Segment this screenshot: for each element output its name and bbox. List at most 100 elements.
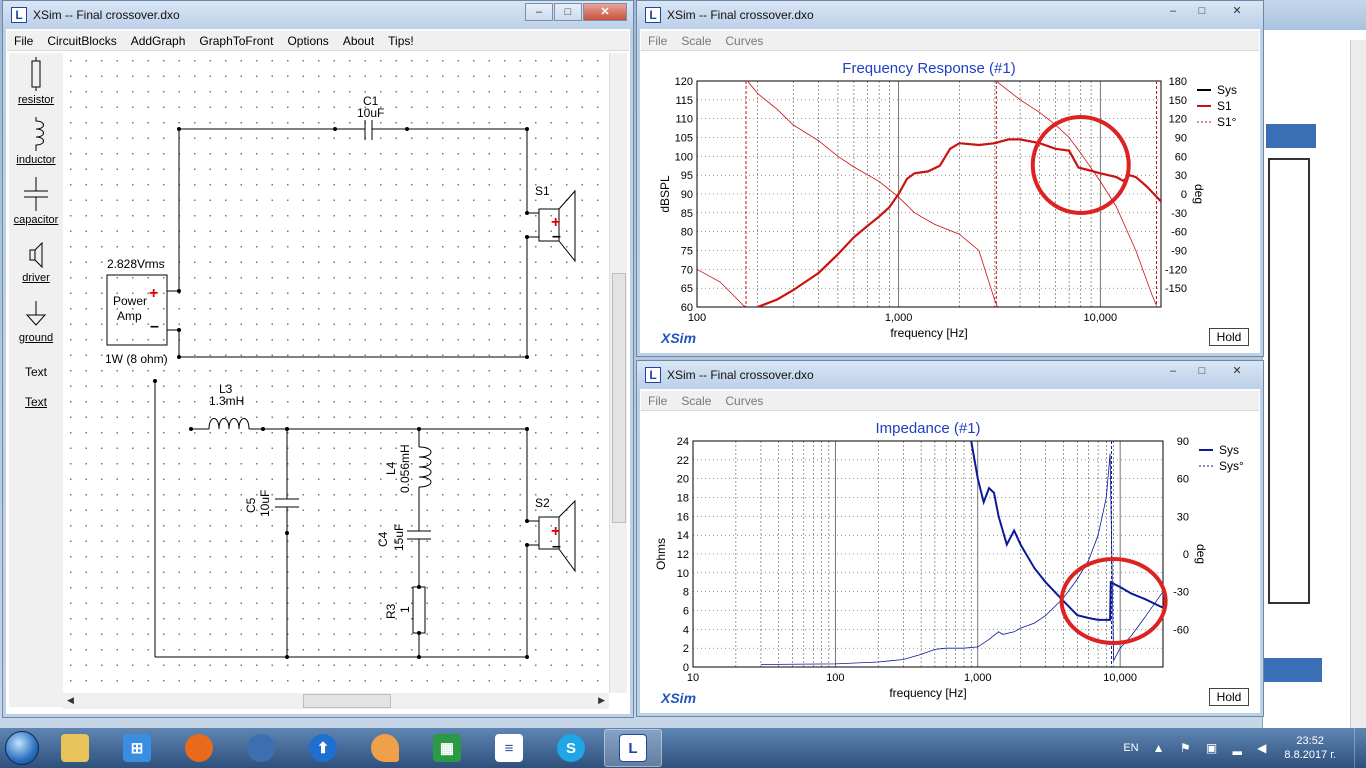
scroll-thumb[interactable] xyxy=(303,694,391,708)
background-scrollbar[interactable] xyxy=(1350,40,1366,728)
folder-icon xyxy=(61,734,89,762)
palette-driver[interactable]: driver xyxy=(9,241,63,284)
taskbar-upload[interactable]: ⬆ xyxy=(294,729,352,767)
legend-entry: Sys xyxy=(1217,83,1237,97)
legend-entry: Sys xyxy=(1219,443,1239,457)
legend: Sys Sys° xyxy=(1199,443,1244,473)
minimize-button[interactable]: – xyxy=(525,3,553,21)
maximize-button[interactable]: □ xyxy=(1188,363,1216,381)
taskbar-explorer[interactable] xyxy=(46,729,104,767)
plot-frame xyxy=(692,440,1164,668)
circuit-menubar: File CircuitBlocks AddGraph GraphToFront… xyxy=(7,31,629,51)
x-tick-label: 1,000 xyxy=(885,312,913,324)
taskbar-spreadsheet[interactable]: ▦ xyxy=(418,729,476,767)
menu-file[interactable]: File xyxy=(7,34,40,48)
y-tick-label: 20 xyxy=(677,474,689,486)
taskbar-firefox[interactable] xyxy=(170,729,228,767)
y2-axis-label: deg xyxy=(1194,544,1208,564)
menu-curves[interactable]: Curves xyxy=(718,34,770,48)
c4-value: 15uF xyxy=(392,524,406,551)
y2-tick-label: 60 xyxy=(1175,151,1187,163)
imp-titlebar[interactable]: L XSim -- Final crossover.dxo – □ ✕ xyxy=(637,361,1263,389)
xsim-logo: XSim xyxy=(661,690,697,706)
menu-tips[interactable]: Tips! xyxy=(381,34,421,48)
minimize-button[interactable]: – xyxy=(1159,3,1187,21)
impedance-chart: 024681012141618202224-60-30030609010 100 1… xyxy=(654,420,1244,700)
y2-tick-label: 0 xyxy=(1181,189,1187,201)
maximize-button[interactable]: □ xyxy=(1188,3,1216,21)
taskbar-skype[interactable]: S xyxy=(542,729,600,767)
language-indicator[interactable]: EN xyxy=(1123,742,1138,754)
taskbar-thunderbird[interactable] xyxy=(232,729,290,767)
menu-scale[interactable]: Scale xyxy=(674,34,718,48)
vertical-scrollbar[interactable] xyxy=(609,53,627,693)
y2-tick-label: 30 xyxy=(1177,511,1189,523)
svg-text:–: – xyxy=(552,228,561,245)
impedance-graph-window[interactable]: L XSim -- Final crossover.dxo – □ ✕ File… xyxy=(636,360,1264,717)
close-button[interactable]: ✕ xyxy=(1217,363,1257,381)
component-palette: resistor inductor capacitor driver groun… xyxy=(9,53,63,707)
show-desktop-button[interactable] xyxy=(1354,728,1366,768)
scroll-left-icon[interactable]: ◀ xyxy=(67,695,74,706)
clock[interactable]: 23:52 8.8.2017 г. xyxy=(1284,734,1336,762)
y2-tick-label: -30 xyxy=(1171,208,1187,220)
r3-label: R3 xyxy=(384,603,398,619)
hold-button[interactable]: Hold xyxy=(1209,688,1249,706)
scroll-thumb[interactable] xyxy=(612,273,626,523)
menu-options[interactable]: Options xyxy=(280,34,335,48)
y-tick-label: 24 xyxy=(677,436,689,448)
y2-tick-label: -60 xyxy=(1173,624,1189,636)
taskbar-app[interactable] xyxy=(356,729,414,767)
close-button[interactable]: ✕ xyxy=(1217,3,1257,21)
minimize-button[interactable]: – xyxy=(1159,363,1187,381)
menu-graphtofront[interactable]: GraphToFront xyxy=(192,34,280,48)
y-tick-label: 16 xyxy=(677,511,689,523)
frequency-response-chart: 60 65 70 75 80 85 90 95 100 105 110 115 120 -150 -120 -… xyxy=(658,60,1237,340)
close-button[interactable]: ✕ xyxy=(583,3,627,21)
palette-capacitor[interactable]: capacitor xyxy=(9,177,63,226)
taskbar-windows[interactable]: ⊞ xyxy=(108,729,166,767)
firefox-icon xyxy=(185,734,213,762)
menu-file[interactable]: File xyxy=(641,34,674,48)
circuit-titlebar[interactable]: L XSim -- Final crossover.dxo – □ ✕ xyxy=(3,1,633,29)
maximize-button[interactable]: □ xyxy=(554,3,582,21)
y-axis-label: Ohms xyxy=(654,538,668,570)
menu-about[interactable]: About xyxy=(336,34,381,48)
grid xyxy=(693,440,1163,668)
upload-arrow-icon: ⬆ xyxy=(309,734,337,762)
palette-resistor[interactable]: resistor xyxy=(9,57,63,106)
menu-file[interactable]: File xyxy=(641,394,674,408)
taskbar-xsim[interactable]: L xyxy=(604,729,662,767)
ground-icon xyxy=(25,301,47,326)
y-tick-label: 120 xyxy=(675,76,693,88)
palette-ground[interactable]: ground xyxy=(9,301,63,344)
freq-menubar: File Scale Curves xyxy=(641,31,1259,51)
schematic-canvas[interactable]: C1 10uF S1 S2 2.828Vrms Power Amp 1W (8 … xyxy=(63,53,609,693)
y-tick-label: 10 xyxy=(677,568,689,580)
y-tick-label: 2 xyxy=(683,643,689,655)
menu-curves[interactable]: Curves xyxy=(718,394,770,408)
y-tick-label: 100 xyxy=(675,151,693,163)
hold-button[interactable]: Hold xyxy=(1209,328,1249,346)
x-tick-label: 1,000 xyxy=(964,672,992,684)
palette-inductor[interactable]: inductor xyxy=(9,117,63,166)
freq-titlebar[interactable]: L XSim -- Final crossover.dxo – □ ✕ xyxy=(637,1,1263,29)
start-button[interactable] xyxy=(0,728,44,768)
menu-scale[interactable]: Scale xyxy=(674,394,718,408)
palette-text[interactable]: Text xyxy=(9,365,63,379)
palette-text-link[interactable]: Text xyxy=(9,395,63,409)
frequency-graph-window[interactable]: L XSim -- Final crossover.dxo – □ ✕ File… xyxy=(636,0,1264,357)
scroll-right-icon[interactable]: ▶ xyxy=(598,695,605,706)
horizontal-scrollbar[interactable]: ◀ ▶ xyxy=(63,693,609,709)
menu-circuitblocks[interactable]: CircuitBlocks xyxy=(40,34,123,48)
taskbar-document[interactable]: ≡ xyxy=(480,729,538,767)
x-tick-label: 10 xyxy=(687,672,699,684)
y2-tick-label: -120 xyxy=(1165,264,1187,276)
app-icon xyxy=(371,734,399,762)
background-tab[interactable] xyxy=(1266,124,1316,148)
menu-addgraph[interactable]: AddGraph xyxy=(124,34,193,48)
l4-value: 0.056mH xyxy=(398,444,412,493)
circuit-window[interactable]: L XSim -- Final crossover.dxo – □ ✕ File… xyxy=(2,0,634,718)
tray-icons[interactable]: ▲ ⚑ ▣ ▂ ◀ xyxy=(1153,741,1273,755)
legend-entry: S1° xyxy=(1217,115,1237,129)
